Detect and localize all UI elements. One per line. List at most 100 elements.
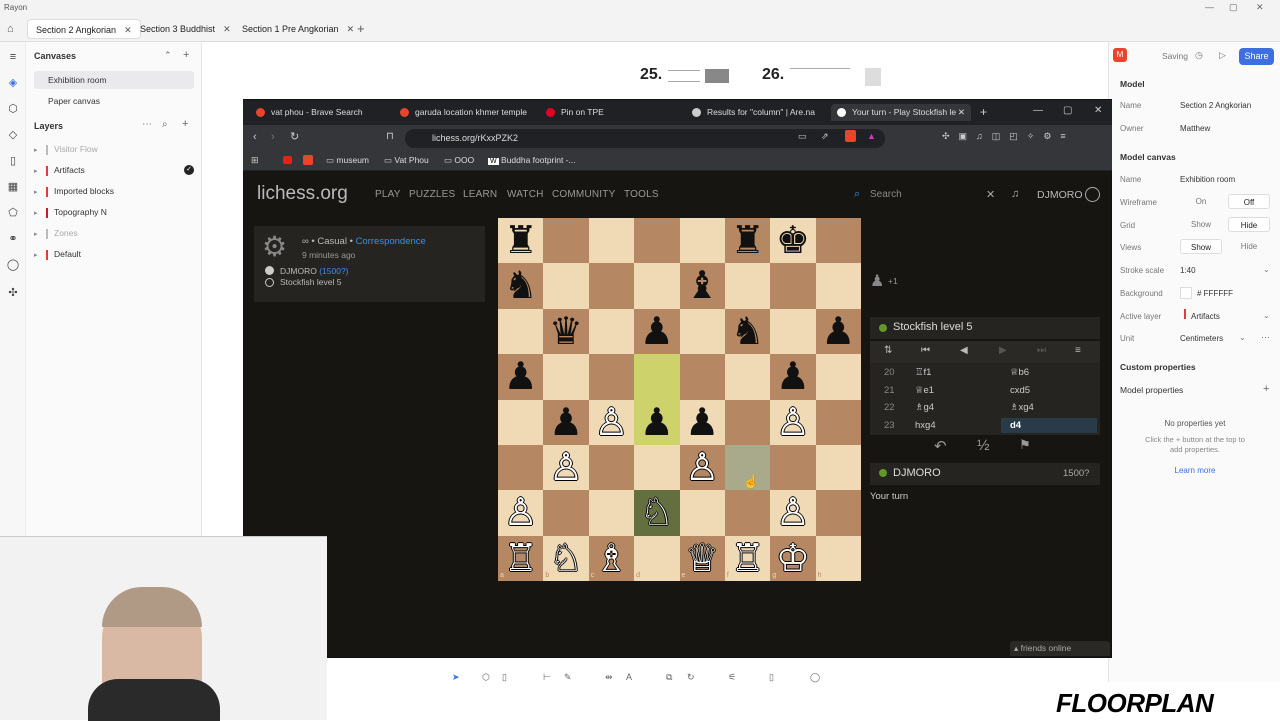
piece-b4[interactable]: ♟ [543, 400, 588, 445]
lichess-logo[interactable]: lichess.org [257, 183, 348, 205]
add-property-button[interactable]: + [1263, 383, 1269, 395]
square-f5[interactable] [724, 354, 771, 400]
menu-icon[interactable]: ≡ [6, 50, 20, 64]
apps-icon[interactable]: ⊞ [251, 155, 259, 166]
square-c7[interactable] [588, 263, 635, 309]
next-move-icon[interactable]: ▶ [999, 345, 1007, 356]
square-e2[interactable] [679, 490, 725, 536]
rewards-icon[interactable]: ▲ [867, 131, 876, 141]
tag-icon[interactable]: ◇ [6, 128, 20, 142]
comment-tool-icon[interactable]: ◯ [810, 672, 820, 683]
correspondence-link[interactable]: Correspondence [356, 236, 426, 247]
tab-section-1[interactable]: Section 1 Pre Angkorian ✕ [234, 19, 362, 39]
square-g3[interactable] [770, 444, 816, 491]
piece-d6[interactable]: ♟ [634, 309, 679, 354]
minimize-icon[interactable]: — [1205, 2, 1214, 12]
move-white[interactable]: ♗g4 [915, 402, 934, 413]
grid-show-toggle[interactable]: Show [1180, 217, 1222, 232]
square-a6[interactable] [498, 308, 544, 355]
label-icon[interactable]: ⬠ [6, 206, 20, 220]
active-layer-select[interactable]: Artifacts [1191, 312, 1220, 321]
square-c3[interactable] [588, 444, 635, 491]
piece-b3[interactable]: ♙ [543, 445, 588, 490]
rotate-tool-icon[interactable]: ↻ [687, 672, 695, 683]
dimension-tool-icon[interactable]: ⇹ [605, 672, 613, 683]
nav-puzzles[interactable]: PUZZLES [409, 189, 455, 200]
piece-g5[interactable]: ♟ [770, 354, 815, 399]
close-icon[interactable]: ✕ [1256, 2, 1264, 13]
bookmark-vat-phou[interactable]: ▭ Vat Phou [384, 155, 429, 166]
piece-d2[interactable]: ♘ [634, 490, 679, 535]
prev-move-icon[interactable]: ◀ [960, 345, 968, 356]
white-player[interactable]: DJMORO (1500?) [280, 266, 349, 276]
square-d3[interactable] [634, 444, 680, 491]
piece-g2[interactable]: ♙ [770, 490, 815, 535]
menu-icon[interactable]: ≡ [1075, 345, 1081, 356]
square-f2[interactable] [724, 490, 771, 536]
cube-icon[interactable]: ⬡ [6, 102, 20, 116]
canvas-item-paper[interactable]: Paper canvas [34, 92, 194, 110]
bookmark-favicon[interactable] [303, 155, 313, 165]
piece-a7[interactable]: ♞ [498, 263, 543, 308]
owner-field[interactable]: Matthew [1180, 124, 1210, 133]
piece-b1[interactable]: ♘ [543, 536, 588, 581]
square-b2[interactable] [543, 490, 589, 536]
close-tab-icon[interactable]: ✕ [347, 24, 355, 34]
browser-tab[interactable]: Results for "column" | Are.na [692, 104, 815, 121]
user-avatar-icon[interactable] [1085, 187, 1100, 202]
flip-icon[interactable]: ⇅ [884, 345, 892, 356]
square-e6[interactable] [679, 308, 725, 355]
forward-icon[interactable]: › [271, 131, 275, 143]
more-icon[interactable]: ⋯ [142, 119, 152, 130]
add-tab-button[interactable]: + [357, 21, 365, 36]
layer-topography[interactable]: ▸ Topography N [34, 203, 200, 221]
pen-tool-icon[interactable]: ✎ [564, 672, 572, 683]
close-tab-icon[interactable]: ✕ [223, 24, 231, 34]
close-tab-icon[interactable]: ✕ [124, 25, 132, 35]
piece-f6[interactable]: ♞ [725, 309, 770, 354]
move-white[interactable]: ♕e1 [915, 385, 934, 396]
text-tool-icon[interactable]: A [626, 672, 632, 682]
canvas-name-field[interactable]: Exhibition room [1180, 175, 1235, 184]
piece-e7[interactable]: ♝ [680, 263, 725, 308]
nav-learn[interactable]: LEARN [463, 189, 497, 200]
grid-hide-toggle[interactable]: Hide [1228, 217, 1270, 232]
tab-section-3[interactable]: Section 3 Buddhist ✕ [132, 19, 239, 39]
youtube-icon[interactable] [283, 156, 292, 164]
page-icon[interactable]: ▯ [6, 154, 20, 168]
tab-section-2[interactable]: Section 2 Angkorian ✕ [27, 19, 141, 39]
square-d7[interactable] [634, 263, 680, 309]
layers-icon[interactable]: ◈ [6, 76, 20, 90]
piece-e1[interactable]: ♕ [680, 536, 725, 581]
move-black[interactable]: cxd5 [1010, 385, 1030, 396]
nav-community[interactable]: COMMUNITY [552, 189, 615, 200]
link-icon[interactable]: ⚭ [6, 232, 20, 246]
screen-icon[interactable]: ▭ [798, 131, 807, 142]
username[interactable]: DJMORO [1037, 189, 1083, 201]
square-a3[interactable] [498, 444, 544, 491]
maximize-icon[interactable]: ▢ [1229, 2, 1238, 13]
piece-a1[interactable]: ♖ [498, 536, 543, 581]
search-input[interactable]: Search [870, 189, 902, 200]
share-button[interactable]: Share [1239, 48, 1274, 65]
add-canvas-button[interactable]: + [183, 49, 189, 61]
avatar[interactable]: M [1113, 48, 1127, 62]
piece-f8[interactable]: ♜ [725, 218, 770, 263]
piece-a2[interactable]: ♙ [498, 490, 543, 535]
move-black[interactable]: ♕b6 [1010, 367, 1029, 378]
more-icon[interactable]: ⋯ [1261, 332, 1270, 343]
move-white[interactable]: ♖f1 [915, 367, 931, 378]
layer-artifacts[interactable]: ▸ Artifacts ✓ [34, 161, 200, 179]
bookmark-buddha[interactable]: W Buddha footprint -... [488, 155, 576, 165]
last-move-icon[interactable]: ⏭ [1037, 345, 1046, 356]
back-icon[interactable]: ‹ [253, 131, 257, 143]
square-e8[interactable] [679, 218, 725, 264]
square-g7[interactable] [770, 263, 816, 309]
add-layer-button[interactable]: + [182, 118, 188, 130]
piece-a8[interactable]: ♜ [498, 218, 543, 263]
wireframe-on-toggle[interactable]: On [1180, 194, 1222, 209]
history-icon[interactable]: ◷ [1195, 50, 1203, 61]
square-f7[interactable] [724, 263, 771, 309]
select-tool-icon[interactable]: ➤ [452, 672, 460, 683]
piece-d4[interactable]: ♟ [634, 400, 679, 445]
